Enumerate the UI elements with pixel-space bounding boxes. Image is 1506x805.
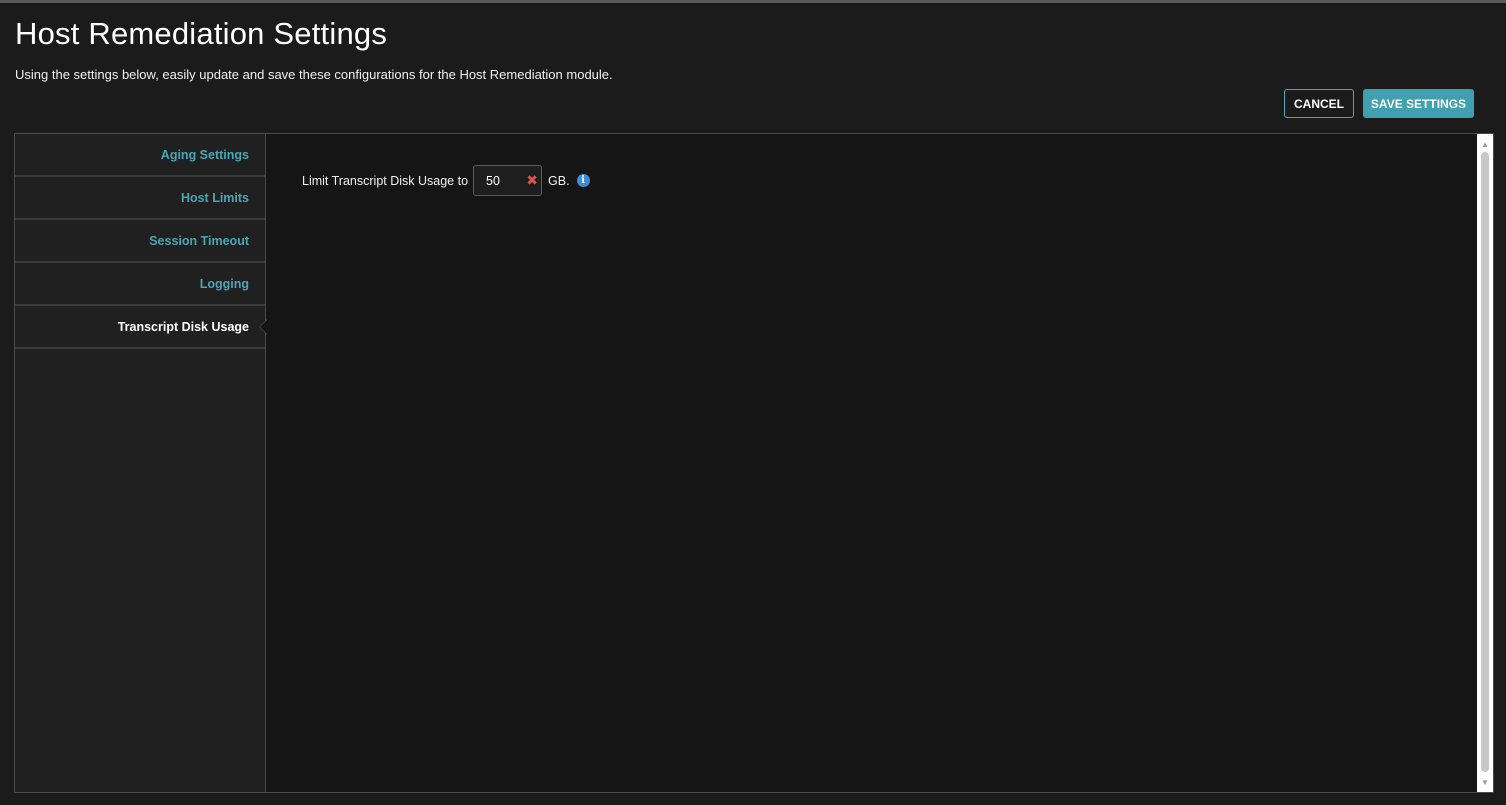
vertical-scrollbar[interactable]: ▲ ▼ (1477, 134, 1493, 792)
sidebar-item-host-limits[interactable]: Host Limits (15, 177, 265, 220)
sidebar-item-label: Transcript Disk Usage (117, 319, 249, 334)
unit-label: GB. (548, 173, 570, 188)
sidebar-item-logging[interactable]: Logging (15, 263, 265, 306)
sidebar-item-aging-settings[interactable]: Aging Settings (15, 134, 265, 177)
settings-content: Limit Transcript Disk Usage to 50 ✖ GB. … (266, 134, 1477, 792)
transcript-limit-input[interactable]: 50 ✖ (473, 165, 543, 196)
sidebar-item-session-timeout[interactable]: Session Timeout (15, 220, 265, 263)
page-subtitle: Using the settings below, easily update … (15, 67, 613, 82)
save-settings-button[interactable]: SAVE SETTINGS (1363, 89, 1474, 118)
info-icon[interactable]: i (576, 174, 590, 187)
scroll-up-arrow-icon[interactable]: ▲ (1477, 137, 1493, 151)
page-title: Host Remediation Settings (15, 16, 388, 51)
settings-panel: Aging Settings Host Limits Session Timeo… (14, 133, 1494, 793)
sidebar-item-label: Session Timeout (149, 233, 249, 248)
sidebar-item-label: Aging Settings (160, 147, 249, 162)
scrollbar-thumb[interactable] (1481, 152, 1489, 772)
settings-sidebar: Aging Settings Host Limits Session Timeo… (15, 134, 267, 792)
transcript-limit-value[interactable]: 50 (474, 174, 500, 188)
clear-x-icon[interactable]: ✖ (526, 173, 538, 187)
sidebar-item-label: Logging (199, 276, 249, 291)
transcript-disk-usage-row: Limit Transcript Disk Usage to 50 ✖ GB. … (302, 165, 590, 196)
sidebar-item-label: Host Limits (180, 190, 249, 205)
scroll-down-arrow-icon[interactable]: ▼ (1477, 775, 1493, 789)
transcript-limit-label: Limit Transcript Disk Usage to (302, 173, 469, 188)
cancel-button[interactable]: CANCEL (1284, 89, 1354, 118)
window-top-border (0, 0, 1506, 3)
sidebar-item-transcript-disk-usage[interactable]: Transcript Disk Usage (15, 306, 267, 349)
